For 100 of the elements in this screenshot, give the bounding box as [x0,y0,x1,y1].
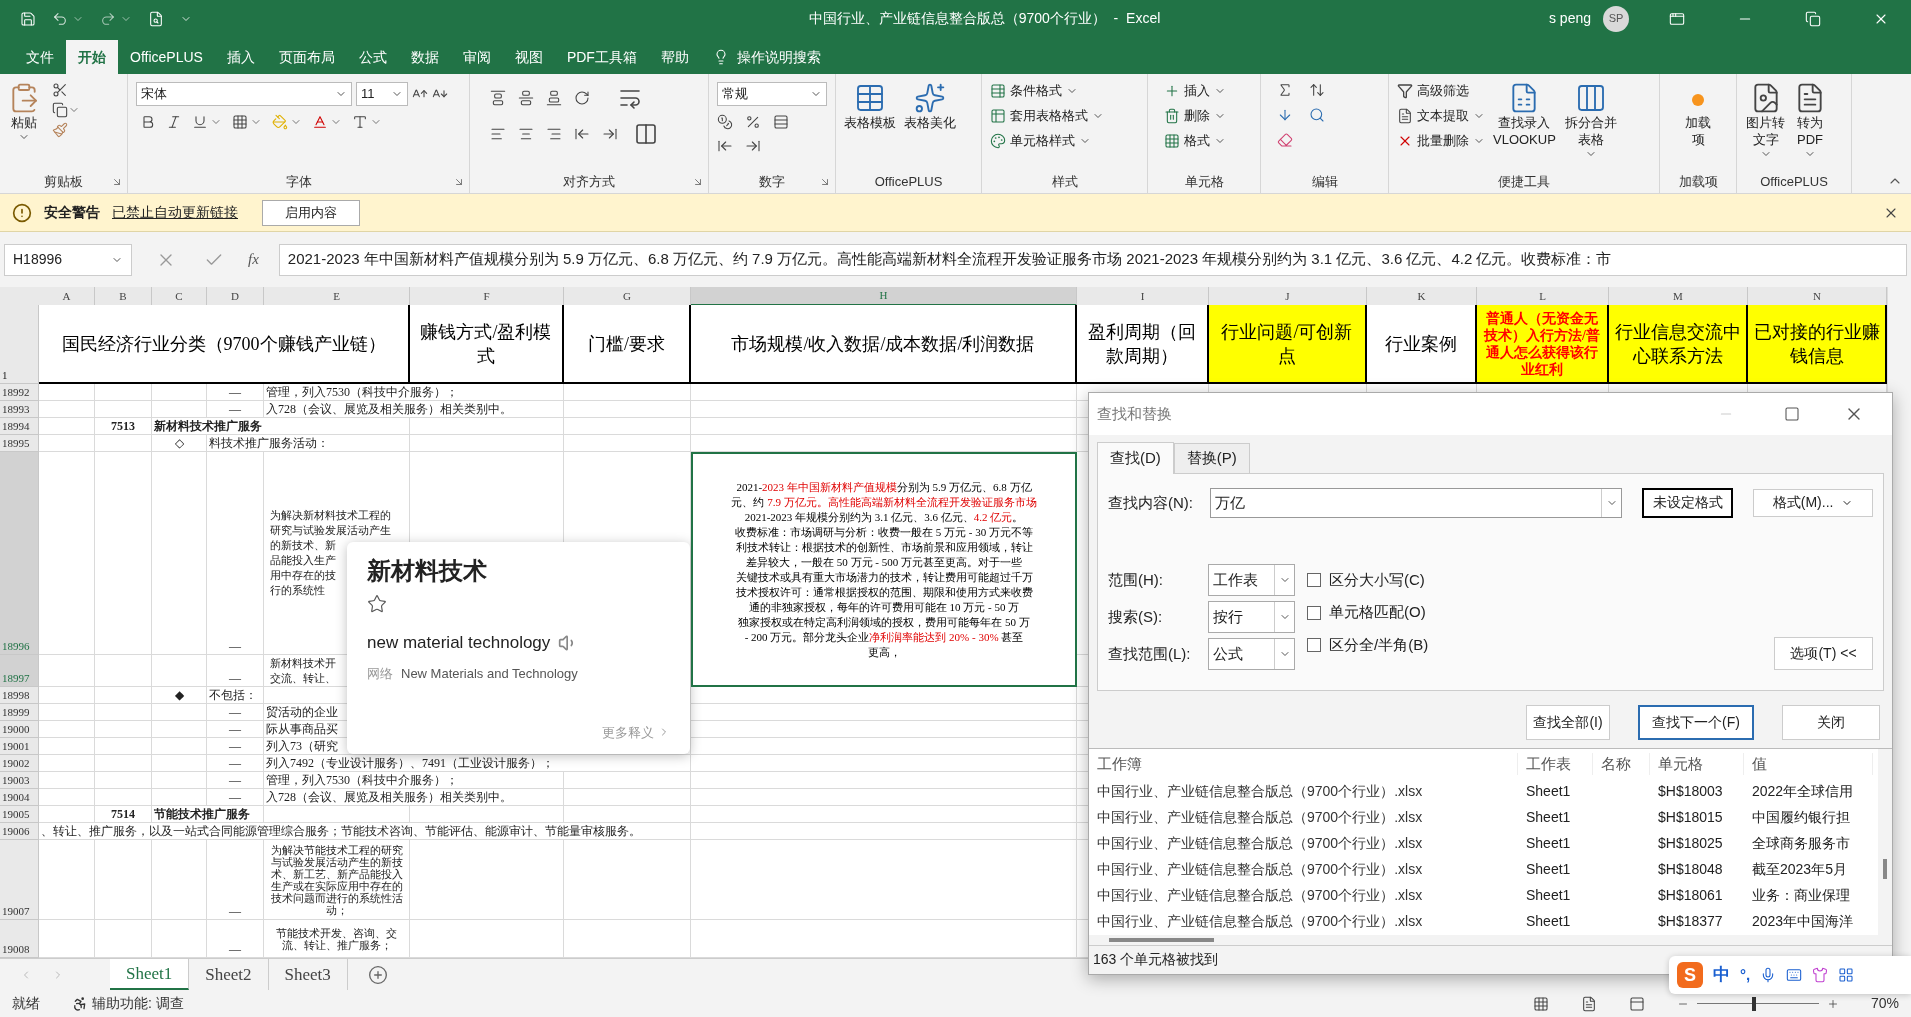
dropdown[interactable]: 公式 [1208,637,1295,670]
underline-icon[interactable] [192,114,208,130]
align-middle-icon[interactable] [518,90,534,106]
ribbon-tab[interactable]: 公式 [346,40,399,74]
text-extract-button[interactable]: 文本提取 [1393,103,1489,128]
dropdown[interactable]: 工作表 [1208,563,1295,596]
currency-icon[interactable] [717,114,733,130]
table-beautify-button[interactable]: 表格美化 [900,78,960,131]
fill-icon[interactable] [1277,107,1293,123]
split-merge-button[interactable]: 拆分合并表格 [1559,78,1622,160]
ribbon-tab[interactable]: 开始 [66,40,118,74]
results-column-header[interactable]: 名称 [1593,752,1650,776]
eraser-icon[interactable] [1277,132,1293,148]
result-workbook[interactable]: 中国行业、产业链信息整合版总（9700个行业）.xlsx [1089,885,1518,907]
redo-icon[interactable] [100,10,116,27]
ribbon-tab[interactable]: PDF工具箱 [554,40,649,74]
maximize-icon[interactable] [1784,405,1800,422]
font-name-select[interactable]: 宋体 [136,82,352,106]
print-preview-icon[interactable] [148,10,164,27]
results-column-header[interactable]: 工作表 [1518,752,1593,776]
convert-pdf-button[interactable]: 转为 PDF [1790,78,1830,160]
sheet-tab[interactable]: Sheet1 [110,959,190,990]
page-layout-icon[interactable] [1580,995,1597,1012]
normal-view-icon[interactable] [1532,995,1549,1012]
checkbox[interactable] [1307,605,1321,620]
checkbox[interactable] [1307,573,1321,588]
insert-function-button[interactable]: fx [248,248,259,271]
increase-indent-icon[interactable] [602,126,618,142]
name-box[interactable]: H18996 [4,243,132,276]
result-workbook[interactable]: 中国行业、产业链信息整合版总（9700个行业）.xlsx [1089,807,1518,829]
enable-content-button[interactable]: 启用内容 [262,199,360,226]
paste-button[interactable]: 粘贴 [4,78,44,143]
find-input[interactable]: 万亿 [1209,487,1623,518]
page-break-icon[interactable] [1628,995,1645,1012]
align-left-icon[interactable] [490,126,506,142]
delete-button[interactable]: 删除 [1160,103,1230,128]
ribbon-tab[interactable]: 文件 [14,40,66,74]
dialog-tab[interactable]: 查找(D) [1097,441,1174,474]
results-column-header[interactable]: 单元格 [1650,752,1744,776]
align-bottom-icon[interactable] [546,90,562,106]
font-color-icon[interactable] [312,114,328,130]
result-workbook[interactable]: 中国行业、产业链信息整合版总（9700个行业）.xlsx [1089,781,1518,803]
column-header[interactable]: H [691,287,1077,306]
addins-button[interactable]: 加载项 [1684,78,1712,148]
fill-color-icon[interactable] [272,114,288,130]
advanced-filter-button[interactable]: 高级筛选 [1393,78,1489,103]
accessibility-status[interactable]: 辅助功能: 调查 [92,993,184,1014]
results-scrollbar[interactable] [1878,748,1892,945]
warning-message[interactable]: 已禁止自动更新链接 [112,202,238,223]
grid-icon[interactable] [1838,967,1855,983]
batch-delete-button[interactable]: 批量删除 [1393,128,1489,153]
cell-styles-button[interactable]: 单元格样式 [986,128,1108,153]
dialog-button[interactable]: 查找下一个(F) [1638,704,1754,740]
table-template-button[interactable]: 表格模板 [840,78,900,131]
image-to-text-button[interactable]: 图片转文字 [1741,78,1790,160]
percent-icon[interactable] [745,114,761,130]
ribbon-tab[interactable]: 页面布局 [266,40,347,74]
sort-filter-icon[interactable] [1309,82,1325,98]
bold-icon[interactable] [140,114,156,130]
number-format-select[interactable]: 常规 [717,82,827,106]
result-workbook[interactable]: 中国行业、产业链信息整合版总（9700个行业）.xlsx [1089,911,1518,933]
borders-icon[interactable] [232,114,248,130]
ribbon-tab[interactable]: 视图 [502,40,555,74]
ribbon-tab[interactable]: OfficePLUS [118,40,215,74]
ribbon-tab[interactable]: 数据 [398,40,451,74]
tell-me-search[interactable]: 操作说明搜索 [736,46,821,68]
formula-field[interactable]: 2021-2023 年中国新材料产值规模分别为 5.9 万亿元、6.8 万亿元、约 7.9 万亿元。高性能高端新材料全流程开发验证服务市场 2021-2023 年规模分别约为 3.1 亿元、3.6 亿元、4.2 亿元。收费标准：市 [278,243,1907,276]
dialog-button[interactable]: 查找全部(I) [1526,704,1610,740]
avatar[interactable]: SP [1603,5,1629,32]
results-column-header[interactable]: 工作簿 [1089,752,1518,776]
orientation-icon[interactable] [574,90,590,106]
ribbon-tab[interactable]: 帮助 [648,40,701,74]
horizontal-scrollbar[interactable] [1089,934,1878,945]
vlookup-button[interactable]: 查找录入 VLOOKUP [1489,78,1560,148]
dropdown[interactable]: 按行 [1208,600,1295,633]
zoom-in-icon[interactable] [1826,997,1839,1010]
ribbon-tab[interactable]: 插入 [214,40,267,74]
merge-cells-icon[interactable] [634,122,658,146]
zoom-level[interactable]: 70% [1870,993,1899,1014]
copy-icon[interactable] [52,102,68,118]
decrease-indent-icon[interactable] [574,126,590,142]
conditional-format-button[interactable]: 条件格式 [986,78,1108,103]
format-button[interactable]: 格式 [1160,128,1230,153]
table-format-button[interactable]: 套用表格格式 [986,103,1108,128]
search-icon[interactable] [1309,107,1325,123]
checkbox[interactable] [1307,638,1321,653]
undo-icon[interactable] [52,10,68,27]
align-top-icon[interactable] [490,90,506,106]
italic-icon[interactable] [166,114,182,130]
result-workbook[interactable]: 中国行业、产业链信息整合版总（9700个行业）.xlsx [1089,859,1518,881]
ime-mode[interactable]: 中 [1713,962,1730,988]
ribbon-tab[interactable]: 审阅 [450,40,503,74]
ribbon-display-icon[interactable] [1669,10,1685,27]
autosum-icon[interactable] [1277,82,1293,98]
favorite-icon[interactable] [367,594,387,614]
dialog-tab[interactable]: 替换(P) [1173,442,1250,473]
keyboard-icon[interactable] [1786,967,1803,983]
align-center-icon[interactable] [518,126,534,142]
zoom-thumb[interactable] [1751,996,1756,1011]
no-format-button[interactable]: 未设定格式 [1642,487,1734,518]
